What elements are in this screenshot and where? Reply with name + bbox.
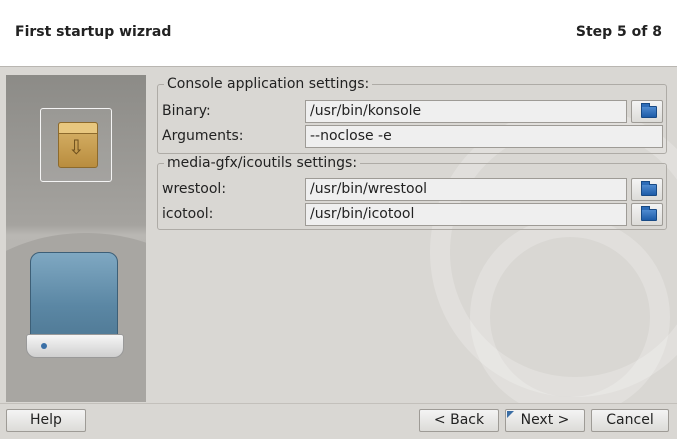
icoutils-settings-group: media-gfx/icoutils settings: wrestool: /…	[157, 155, 667, 230]
hard-drive-icon	[24, 252, 124, 362]
binary-label: Binary:	[162, 103, 211, 119]
icotool-browse-button[interactable]	[631, 203, 663, 226]
drive-led	[41, 343, 47, 349]
background-ring-decoration	[470, 217, 670, 403]
package-install-icon: ⇩	[58, 122, 98, 168]
arguments-field[interactable]: --noclose -e	[305, 125, 663, 148]
wrestool-field[interactable]: /usr/bin/wrestool	[305, 178, 627, 201]
wrestool-label: wrestool:	[162, 181, 227, 197]
package-lid	[58, 122, 98, 134]
wrestool-browse-button[interactable]	[631, 178, 663, 201]
icotool-label: icotool:	[162, 206, 214, 222]
folder-open-icon	[641, 206, 657, 221]
folder-open-icon	[641, 181, 657, 196]
binary-browse-button[interactable]	[631, 100, 663, 123]
folder-open-icon	[641, 103, 657, 118]
console-settings-group: Console application settings: Binary: /u…	[157, 76, 667, 154]
wizard-footer: Help < Back Next > Cancel	[0, 403, 677, 439]
step-indicator: Step 5 of 8	[575, 24, 662, 40]
drive-body	[30, 252, 118, 342]
binary-field[interactable]: /usr/bin/konsole	[305, 100, 627, 123]
help-button[interactable]: Help	[6, 409, 86, 432]
console-settings-legend: Console application settings:	[164, 76, 373, 92]
drive-base	[26, 334, 124, 358]
down-arrow-icon: ⇩	[68, 135, 85, 159]
icoutils-settings-legend: media-gfx/icoutils settings:	[164, 155, 361, 171]
icotool-field[interactable]: /usr/bin/icotool	[305, 203, 627, 226]
next-button[interactable]: Next >	[505, 409, 585, 432]
wizard-header: First startup wizrad Step 5 of 8	[0, 0, 677, 67]
wizard-content: ⇩ Console application settings: Binary: …	[0, 67, 677, 403]
package-frame: ⇩	[40, 108, 112, 182]
wizard-sidebar: ⇩	[6, 75, 146, 402]
cancel-button[interactable]: Cancel	[591, 409, 669, 432]
back-button[interactable]: < Back	[419, 409, 499, 432]
arguments-label: Arguments:	[162, 128, 244, 144]
wizard-title: First startup wizrad	[15, 24, 172, 40]
